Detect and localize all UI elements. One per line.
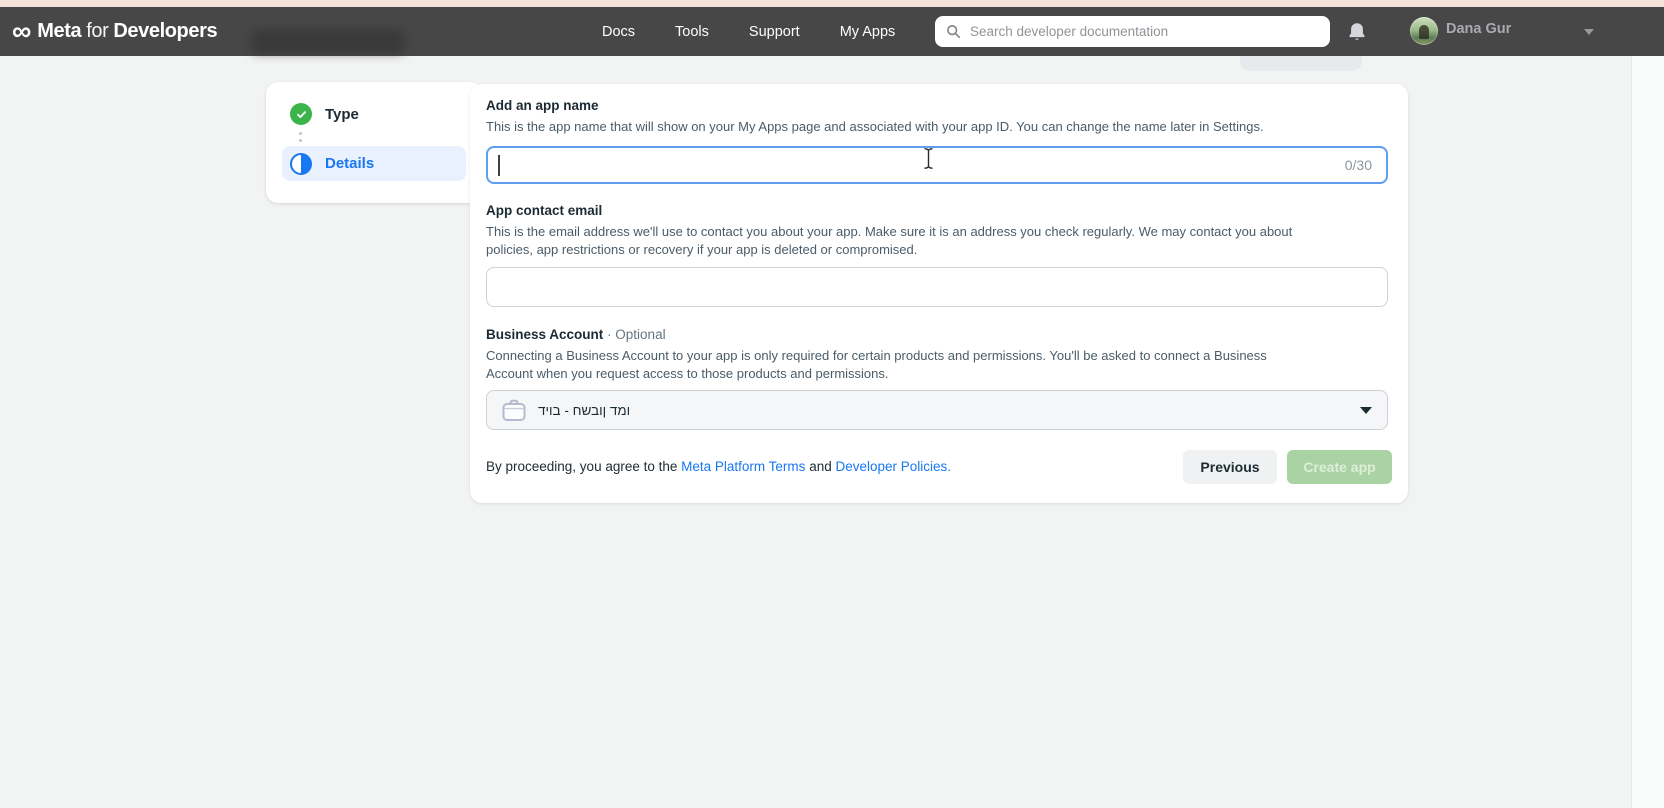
business-account-select[interactable]: דיוב - חשבון דמו bbox=[486, 390, 1388, 430]
user-avatar[interactable] bbox=[1410, 17, 1438, 45]
step-details[interactable]: Details bbox=[282, 146, 466, 181]
logo-word-meta: Meta bbox=[37, 20, 82, 42]
step-connector-dot bbox=[299, 139, 302, 142]
scrollbar-track[interactable] bbox=[1631, 56, 1664, 808]
contact-email-title: App contact email bbox=[486, 203, 603, 218]
text-caret bbox=[498, 155, 500, 176]
app-name-title: Add an app name bbox=[486, 98, 599, 113]
previous-button[interactable]: Previous bbox=[1183, 450, 1277, 484]
search-input[interactable] bbox=[970, 24, 1319, 39]
notifications-bell-icon[interactable] bbox=[1345, 20, 1369, 44]
blurred-page-title bbox=[252, 30, 404, 54]
contact-email-description: This is the email address we'll use to c… bbox=[486, 224, 1293, 257]
search-bar[interactable] bbox=[935, 16, 1330, 47]
meta-infinity-icon: ∞ bbox=[12, 16, 31, 46]
step-type[interactable]: Type bbox=[290, 103, 359, 125]
meta-for-developers-logo[interactable]: ∞ Meta for Developers bbox=[12, 7, 218, 56]
caret-down-icon bbox=[1360, 406, 1372, 414]
create-app-stepper: Type Details bbox=[266, 82, 482, 203]
logo-word-developers: Developers bbox=[113, 20, 218, 42]
logo-word-for: for bbox=[86, 20, 109, 42]
header-nav: Docs Tools Support My Apps bbox=[602, 7, 895, 56]
terms-agreement-text: By proceeding, you agree to the Meta Pla… bbox=[486, 459, 952, 474]
briefcase-icon bbox=[502, 399, 526, 421]
business-account-selected-value: דיוב - חשבון דמו bbox=[538, 402, 631, 418]
step-complete-check-icon bbox=[290, 103, 312, 125]
app-name-description: This is the app name that will show on y… bbox=[486, 119, 1264, 134]
user-name[interactable]: Dana Gur bbox=[1446, 21, 1511, 37]
step-type-label: Type bbox=[325, 105, 359, 123]
step-current-half-circle-icon bbox=[290, 152, 312, 175]
search-icon bbox=[947, 25, 961, 39]
create-app-button[interactable]: Create app bbox=[1287, 450, 1392, 484]
nav-item-my-apps[interactable]: My Apps bbox=[840, 24, 896, 40]
step-connector-dot bbox=[299, 132, 302, 135]
app-details-form-card: Add an app name This is the app name tha… bbox=[470, 84, 1408, 503]
contact-email-input[interactable] bbox=[486, 267, 1388, 307]
app-name-input[interactable]: 0/30 bbox=[486, 146, 1388, 184]
top-navigation-bar: ∞ Meta for Developers Docs Tools Support… bbox=[0, 7, 1664, 56]
chevron-down-icon[interactable] bbox=[1584, 29, 1594, 35]
developer-policies-link[interactable]: Developer Policies. bbox=[835, 459, 951, 474]
nav-item-tools[interactable]: Tools bbox=[675, 24, 709, 40]
window-top-strip bbox=[0, 0, 1664, 7]
meta-platform-terms-link[interactable]: Meta Platform Terms bbox=[681, 459, 805, 474]
i-beam-cursor-icon bbox=[924, 148, 933, 169]
nav-item-docs[interactable]: Docs bbox=[602, 24, 635, 40]
nav-item-support[interactable]: Support bbox=[749, 24, 800, 40]
step-details-label: Details bbox=[325, 155, 375, 172]
business-account-description: Connecting a Business Account to your ap… bbox=[486, 348, 1267, 381]
business-account-title: Business Account · Optional bbox=[486, 327, 666, 342]
char-counter: 0/30 bbox=[1344, 157, 1372, 173]
